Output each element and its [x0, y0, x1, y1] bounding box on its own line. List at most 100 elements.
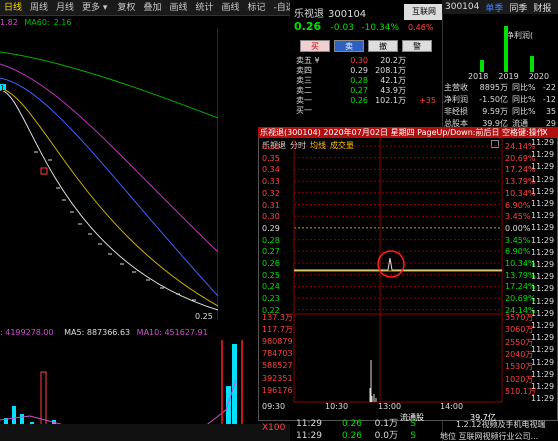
intraday-volume-bars [369, 360, 377, 402]
tick-time-label: 11:29 [531, 223, 555, 233]
kline-left-marker: 1 [0, 84, 6, 93]
stock-name: 乐视退 [294, 9, 324, 20]
popup-title: 乐视退(300104) 2020年07月02日 星期四 PageUp/Down:… [258, 127, 558, 138]
adjust-button[interactable]: 复权 [113, 0, 139, 16]
buy-button[interactable]: 买 [300, 40, 330, 52]
ob-extra [406, 66, 436, 76]
order-row: 卖三 0.28 42.1万 [296, 76, 442, 86]
rp-tab-same[interactable]: 同季 [506, 1, 530, 14]
tick-time-label: 11:29 [531, 138, 555, 147]
price-tick-label: 0.34 [262, 165, 280, 175]
price-tick-label: 0.36 [262, 142, 280, 151]
trade-ticks: 11:29 0.26 0.1万 S 11:29 0.26 0.0万 S [296, 418, 458, 441]
pct-tick-label: 3.45% [505, 235, 531, 245]
tab-daily[interactable]: 日线 [0, 0, 26, 16]
volume-right-tick-label: 2550万 [505, 337, 534, 347]
more-menu[interactable]: 更多 ▾ [78, 0, 111, 16]
rp-tab-report[interactable]: 财报 [530, 1, 554, 14]
tick-time-label: 11:29 [531, 382, 555, 391]
volume-right-tick-label: 3570万 [505, 313, 534, 322]
pct-tick-label: 3.45% [505, 212, 531, 222]
kline-chart[interactable] [0, 28, 219, 320]
order-row: 卖二 0.27 43.9万 [296, 86, 442, 96]
pct-tick-label: 0.00% [505, 223, 531, 233]
volume-right-tick-label: 1530万 [505, 362, 534, 372]
rp-tab-single[interactable]: 单季 [482, 1, 506, 14]
tick-time-label: 11:29 [531, 272, 555, 282]
fin-key2: 同比% [512, 83, 536, 92]
volume-legend: : 4199278.00 MA5: 887366.63 MA10: 451627… [0, 328, 212, 337]
tick-flag: S [410, 431, 416, 441]
fin-value: 9.59万 [482, 107, 508, 116]
ma60-label: MA60: [24, 18, 50, 27]
time-tick-label: 10:30 [325, 402, 349, 411]
ma-white-line [0, 89, 219, 311]
close-icon[interactable]: X [540, 128, 550, 137]
volume-tick-label: 196176 [262, 385, 293, 395]
tick-time-label: 11:29 [531, 186, 555, 196]
volume-chart[interactable] [0, 331, 258, 433]
pct-tick-label: 6.90% [505, 200, 531, 210]
price-tick-label: 0.33 [262, 177, 280, 187]
candle-red [40, 167, 48, 175]
volume-tick-label: 784703 [262, 348, 293, 358]
ma-legend: 1.82 MA60: 2.16 [0, 18, 75, 27]
tick-time-label: 11:29 [531, 321, 555, 330]
vol-ma10: MA10: 451627.91 [136, 328, 208, 337]
stock-price: 0.26 [294, 20, 322, 33]
tab-monthly[interactable]: 月线 [52, 0, 78, 16]
mark-button[interactable]: 标记 [244, 0, 270, 16]
price-tick-label: 0.26 [262, 259, 280, 268]
tick-time: 11:29 [296, 419, 322, 429]
rp-finance-table: 主营收 8895万 同比% -22 净利润 -1.50亿 同比% -12 非经损 9.59万同… [444, 82, 558, 130]
tick-time-label: 11:29 [531, 174, 555, 184]
drawline-button[interactable]: 画线 [218, 0, 244, 16]
order-book: 卖五 ¥ 0.30 20.2万 卖四 0.29 208.1万 卖三 0.28 42.1万 卖… [296, 56, 442, 116]
ma-green-line [0, 51, 219, 119]
rp-year: 2018 [468, 72, 489, 81]
stats-button[interactable]: 统计 [192, 0, 218, 16]
vol-ma5: MA5: 887366.63 [64, 328, 131, 337]
overlay-button[interactable]: 叠加 [139, 0, 165, 16]
ob-extra [406, 76, 436, 86]
tab-weekly[interactable]: 周线 [26, 0, 52, 16]
tick-time-label: 11:29 [531, 150, 555, 160]
vol-ma-line [0, 379, 237, 431]
ob-label: 卖一 [296, 96, 312, 105]
fin-key: 主营收 [444, 83, 468, 92]
alert-button[interactable]: 警 [402, 40, 432, 52]
sell-button[interactable]: 卖 [334, 40, 364, 52]
ob-vol: 42.1万 [380, 76, 406, 85]
fin-value2: -12 [542, 95, 556, 104]
ma-magenta-line [0, 63, 219, 253]
time-tick-label: 09:30 [262, 402, 286, 411]
kline-price-tag: 0.25 [195, 312, 213, 321]
sector-button[interactable]: 互联网 [404, 4, 444, 20]
tick-time-label: 11:29 [531, 308, 555, 318]
tick-vol: 0.1万 [374, 419, 398, 429]
order-row: 卖五 ¥ 0.30 20.2万 [296, 56, 442, 66]
fin-key: 非经损 [444, 107, 468, 116]
price-tick-label: 0.30 [262, 212, 280, 222]
tick-time-label: 11:29 [531, 333, 555, 343]
time-tick-label: 14:00 [440, 402, 464, 411]
ob-extra [406, 86, 436, 96]
ob-vol: 102.1万 [375, 96, 406, 105]
price-tick-label: 0.25 [262, 270, 280, 280]
price-tick-label: 0.27 [262, 247, 280, 257]
draw-button[interactable]: 画线 [165, 0, 191, 16]
rp-year: 2020 [528, 72, 550, 81]
ob-price: 0.28 [350, 76, 368, 85]
trade-buttons: 买 卖 撤 警 [300, 40, 432, 52]
vol-number: 4199278.00 [5, 328, 54, 337]
time-tick-label: 13:00 [378, 402, 402, 411]
tick-time-label: 11:29 [531, 199, 555, 208]
stock-code: 300104 [328, 9, 367, 20]
fin-value2: 35 [545, 107, 556, 116]
ob-price: 0.30 [350, 56, 368, 65]
rp-years: 2018 2019 2020 [468, 72, 549, 81]
price-line [294, 257, 502, 271]
fin-row: 非经损 9.59万 同比% 35 [444, 106, 558, 118]
cancel-order-button[interactable]: 撤 [368, 40, 398, 52]
tick-row: 11:29 0.26 0.1万 S [296, 418, 458, 430]
